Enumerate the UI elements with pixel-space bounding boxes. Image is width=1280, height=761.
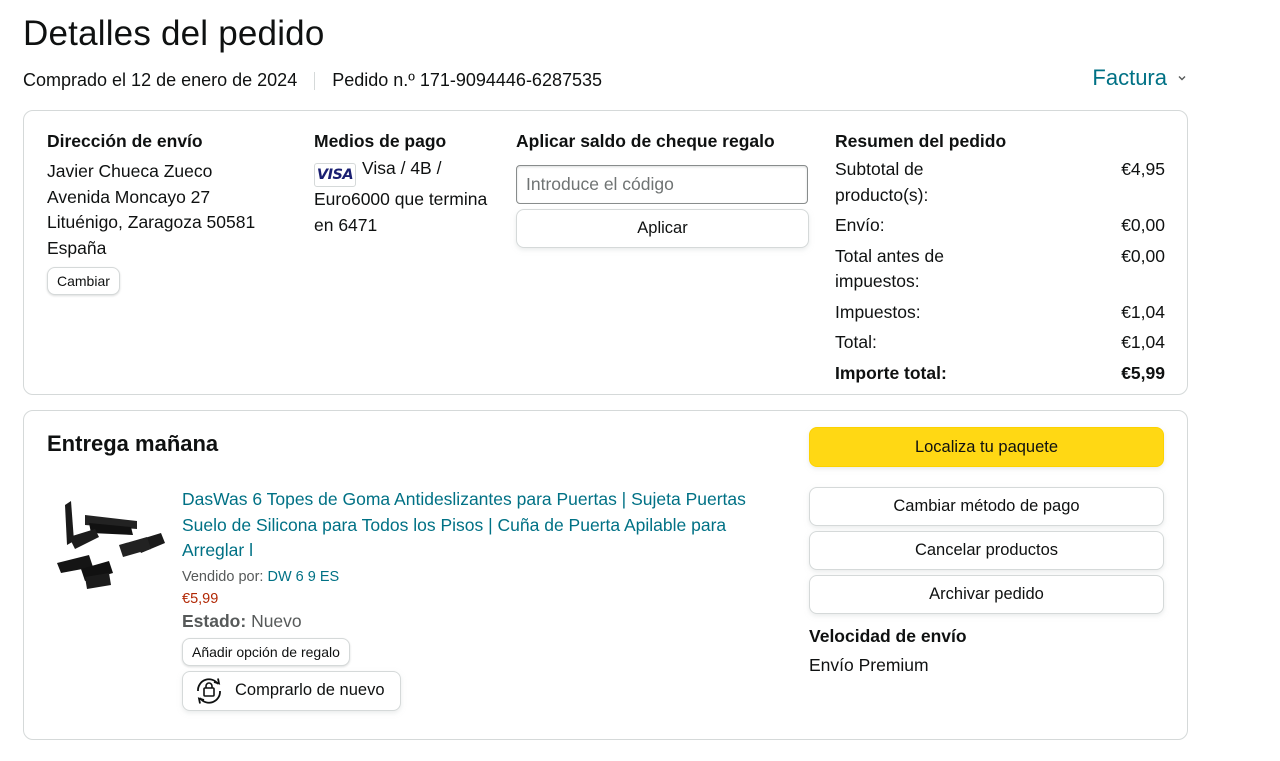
gift-card-code-input[interactable] <box>516 165 808 204</box>
meta-divider <box>314 71 316 90</box>
change-address-button[interactable]: Cambiar <box>47 267 120 295</box>
product-condition: Estado: Nuevo <box>182 611 772 632</box>
gift-card-section: Aplicar saldo de cheque regalo Aplicar <box>516 131 810 248</box>
payment-card-text-2: Euro6000 que termina en 6471 <box>314 189 488 235</box>
order-meta: Comprado el 12 de enero de 2024 Pedido n… <box>23 70 602 91</box>
archive-order-button[interactable]: Archivar pedido <box>809 575 1164 614</box>
shipping-speed-value: Envío Premium <box>809 655 929 675</box>
door-stopper-product-image[interactable] <box>51 493 171 593</box>
shipping-heading: Dirección de envío <box>47 131 203 151</box>
product-info: DasWas 6 Topes de Goma Antideslizantes p… <box>182 487 772 711</box>
summary-value: €1,04 <box>1121 301 1165 322</box>
visa-card-icon: VISA <box>314 163 356 187</box>
order-number: Pedido n.º 171-9094446-6287535 <box>332 70 603 90</box>
cancel-items-button[interactable]: Cancelar productos <box>809 531 1164 570</box>
page-title: Detalles del pedido <box>23 14 325 53</box>
buy-again-icon <box>197 677 221 704</box>
summary-label: Subtotal de producto(s): <box>835 159 929 205</box>
summary-value: €0,00 <box>1121 215 1165 235</box>
summary-label: Envío: <box>835 215 885 235</box>
summary-value: €4,95 <box>1121 159 1165 179</box>
address-country: España <box>47 237 107 258</box>
seller-line: Vendido por: DW 6 9 ES <box>182 569 772 585</box>
summary-row: Total antes de impuestos: €0,00 <box>835 244 1165 295</box>
grand-total-row: Importe total: €5,99 <box>835 361 1165 387</box>
delivery-card: Entrega mañana DasWas 6 Topes de Goma An… <box>23 410 1188 740</box>
order-actions: Localiza tu paquete Cambiar método de pa… <box>809 427 1164 676</box>
invoice-label: Factura <box>1092 65 1167 90</box>
grand-total-value: €5,99 <box>1121 362 1165 383</box>
change-payment-button[interactable]: Cambiar método de pago <box>809 487 1164 526</box>
purchase-date: Comprado el 12 de enero de 2024 <box>23 70 298 90</box>
payment-method-section: Medios de pago VISA Visa / 4B / Euro6000 … <box>314 131 504 238</box>
summary-value: €1,04 <box>1121 332 1165 352</box>
product-title-link[interactable]: DasWas 6 Topes de Goma Antideslizantes p… <box>182 487 772 564</box>
payment-details: VISA Visa / 4B / Euro6000 que termina en … <box>314 156 504 238</box>
summary-label: Total antes de impuestos: <box>835 245 944 292</box>
summary-row: Impuestos: €1,04 <box>835 300 1165 326</box>
address-street: Avenida Moncayo 27 <box>47 186 211 207</box>
summary-heading: Resumen del pedido <box>835 131 1007 151</box>
apply-gift-card-button[interactable]: Aplicar <box>516 209 809 248</box>
summary-row: Total: €1,04 <box>835 330 1165 356</box>
order-summary-card: Dirección de envío Javier Chueca Zueco A… <box>23 110 1188 395</box>
recipient-name: Javier Chueca Zueco <box>47 161 213 181</box>
delivery-heading: Entrega mañana <box>47 431 219 456</box>
seller-label: Vendido por: <box>182 568 264 585</box>
gift-card-heading: Aplicar saldo de cheque regalo <box>516 131 775 151</box>
grand-total-label: Importe total: <box>835 362 947 383</box>
shipping-speed-heading: Velocidad de envío <box>809 626 967 646</box>
summary-label: Total: <box>835 332 877 352</box>
payment-heading: Medios de pago <box>314 131 447 151</box>
summary-value: €0,00 <box>1121 245 1165 266</box>
buy-again-label: Comprarlo de nuevo <box>235 681 385 699</box>
buy-again-button[interactable]: Comprarlo de nuevo <box>182 670 401 711</box>
order-totals-section: Resumen del pedido Subtotal de producto(… <box>835 131 1165 386</box>
chevron-down-icon <box>1178 76 1186 81</box>
summary-row: Envío: €0,00 <box>835 213 1165 239</box>
summary-label: Impuestos: <box>835 301 921 322</box>
invoice-dropdown[interactable]: Factura <box>1092 65 1187 91</box>
track-package-button[interactable]: Localiza tu paquete <box>809 427 1164 467</box>
seller-link[interactable]: DW 6 9 ES <box>267 569 339 585</box>
condition-label: Estado: <box>182 610 247 631</box>
payment-card-text-1: Visa / 4B / <box>362 158 442 178</box>
shipping-address: Javier Chueca Zueco Avenida Moncayo 27 L… <box>47 159 297 261</box>
summary-row: Subtotal de producto(s): €4,95 <box>835 157 1165 208</box>
address-city: Lituénigo, Zaragoza 50581 <box>47 212 256 232</box>
add-gift-option-button[interactable]: Añadir opción de regalo <box>182 637 350 666</box>
condition-value: Nuevo <box>251 610 302 631</box>
shipping-address-section: Dirección de envío Javier Chueca Zueco A… <box>47 131 297 295</box>
product-price: €5,99 <box>182 590 219 607</box>
